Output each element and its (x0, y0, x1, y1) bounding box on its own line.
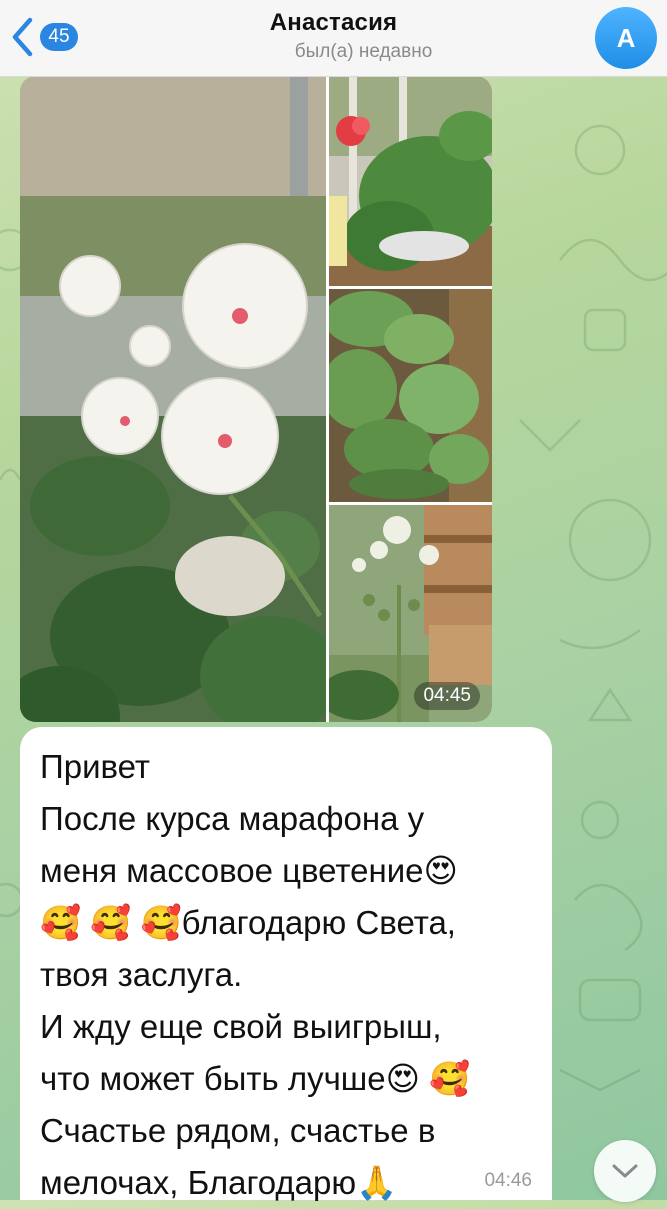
message-line: твоя заслуга. (40, 956, 243, 993)
message-line: мелочах, Благодарю🙏 (40, 1164, 398, 1201)
scroll-to-bottom-button[interactable] (594, 1140, 656, 1202)
photo-red-geranium[interactable] (329, 76, 492, 286)
message-line: И жду еще свой выигрыш, (40, 1008, 442, 1045)
chat-name: Анастасия (269, 9, 398, 36)
message-line: 🥰 🥰 🥰благодарю Света, (40, 904, 456, 941)
photo-geranium-leaves[interactable] (329, 289, 492, 502)
photo-album-message: 04:45 (20, 76, 492, 722)
photo-white-flowers[interactable] (20, 76, 326, 722)
chat-status: был(а) недавно (294, 41, 433, 62)
album-timestamp: 04:45 (414, 682, 480, 710)
message-line: меня массовое цветение😍 (40, 852, 458, 889)
message-line: Привет (40, 748, 151, 785)
chat-title-area[interactable]: Анастасия был(а) недавно (0, 9, 667, 63)
chevron-down-icon (612, 1164, 638, 1178)
message-timestamp: 04:46 (484, 1170, 532, 1191)
avatar[interactable]: А (595, 7, 657, 69)
message-line: Счастье рядом, счастье в (40, 1112, 436, 1149)
message-line: После курса марафона у (40, 800, 425, 837)
chat-header: 45 Анастасия был(а) недавно А (0, 0, 667, 77)
message-line: что может быть лучше😍 🥰 (40, 1060, 471, 1097)
text-message-bubble[interactable]: Привет После курса марафона у меня массо… (20, 727, 552, 1201)
